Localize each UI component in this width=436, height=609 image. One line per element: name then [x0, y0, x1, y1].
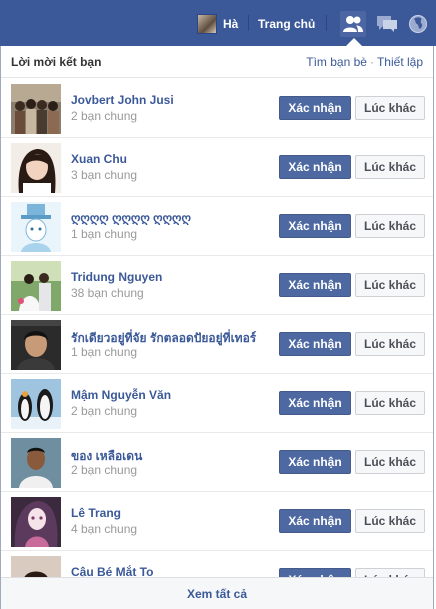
avatar: [197, 14, 217, 34]
friend-request-list: Jovbert John Jusi 2 bạn chung Xác nhận L…: [1, 79, 433, 577]
panel-header: Lời mời kết bạn Tìm bạn bè · Thiết lập: [1, 46, 433, 78]
profile-photo[interactable]: [11, 143, 61, 193]
mutual-friends-count[interactable]: 3 bạn chung: [71, 168, 137, 182]
header-links: Tìm bạn bè · Thiết lập: [306, 55, 423, 69]
requester-name[interactable]: Tridung Nguyen: [71, 270, 162, 284]
confirm-button[interactable]: Xác nhận: [279, 450, 351, 474]
user-name: Hà: [223, 17, 239, 31]
list-item: Mậm Nguyễn Văn 2 bạn chung Xác nhận Lúc …: [1, 374, 433, 433]
see-all-link[interactable]: Xem tất cả: [187, 587, 247, 601]
confirm-button[interactable]: Xác nhận: [279, 273, 351, 297]
profile-photo[interactable]: [11, 84, 61, 134]
profile-photo[interactable]: [11, 379, 61, 429]
confirm-button[interactable]: Xác nhận: [279, 568, 351, 577]
not-now-button[interactable]: Lúc khác: [355, 509, 425, 533]
not-now-button[interactable]: Lúc khác: [355, 332, 425, 356]
home-link[interactable]: Trang chủ: [258, 17, 315, 31]
nav-divider: [326, 15, 327, 31]
not-now-button[interactable]: Lúc khác: [355, 450, 425, 474]
requester-name[interactable]: Jovbert John Jusi: [71, 93, 174, 107]
requester-name[interactable]: Mậm Nguyễn Văn: [71, 388, 171, 402]
find-friends-link[interactable]: Tìm bạn bè: [306, 55, 367, 69]
profile-photo[interactable]: [11, 261, 61, 311]
list-item: ของ เหลือเดน 2 bạn chung Xác nhận Lúc kh…: [1, 433, 433, 492]
panel-title: Lời mời kết bạn: [11, 54, 102, 69]
mutual-friends-count[interactable]: 2 bạn chung: [71, 404, 137, 418]
list-item: Lê Trang 4 bạn chung Xác nhận Lúc khác: [1, 492, 433, 551]
not-now-button[interactable]: Lúc khác: [355, 155, 425, 179]
confirm-button[interactable]: Xác nhận: [279, 96, 351, 120]
not-now-button[interactable]: Lúc khác: [355, 391, 425, 415]
list-item: Xuan Chu 3 bạn chung Xác nhận Lúc khác: [1, 138, 433, 197]
settings-link[interactable]: Thiết lập: [377, 55, 423, 69]
mutual-friends-count[interactable]: 1 bạn chung: [71, 345, 137, 359]
confirm-button[interactable]: Xác nhận: [279, 155, 351, 179]
top-navigation-bar: Hà Trang chủ: [0, 0, 436, 46]
list-item: Tridung Nguyen 38 bạn chung Xác nhận Lúc…: [1, 256, 433, 315]
nav-divider: [248, 15, 249, 31]
link-separator: ·: [369, 54, 374, 69]
not-now-button[interactable]: Lúc khác: [355, 214, 425, 238]
confirm-button[interactable]: Xác nhận: [279, 509, 351, 533]
list-item: Jovbert John Jusi 2 bạn chung Xác nhận L…: [1, 79, 433, 138]
see-all-footer: Xem tất cả: [1, 577, 433, 609]
list-item: รักเดียวอยู่ที่จัย รักตลอดปัยอยู่ที่เทอร…: [1, 315, 433, 374]
friend-requests-dropdown: Lời mời kết bạn Tìm bạn bè · Thiết lập Jov…: [0, 46, 434, 609]
confirm-button[interactable]: Xác nhận: [279, 332, 351, 356]
confirm-button[interactable]: Xác nhận: [279, 391, 351, 415]
profile-photo[interactable]: [11, 556, 61, 577]
confirm-button[interactable]: Xác nhận: [279, 214, 351, 238]
profile-photo[interactable]: [11, 497, 61, 547]
messages-icon[interactable]: [374, 11, 400, 37]
requester-name[interactable]: ღღღღ ღღღღ ღღღღ: [71, 211, 191, 225]
mutual-friends-count[interactable]: 1 bạn chung: [71, 227, 137, 241]
requester-name[interactable]: Cậu Bé Mắt To: [71, 565, 153, 577]
mutual-friends-count[interactable]: 2 bạn chung: [71, 109, 137, 123]
profile-link[interactable]: Hà: [197, 13, 238, 35]
notifications-globe-icon[interactable]: [405, 11, 431, 37]
not-now-button[interactable]: Lúc khác: [355, 568, 425, 577]
mutual-friends-count[interactable]: 2 bạn chung: [71, 463, 137, 477]
profile-photo[interactable]: [11, 438, 61, 488]
friend-requests-icon[interactable]: [340, 11, 366, 37]
requester-name[interactable]: Xuan Chu: [71, 152, 127, 166]
mutual-friends-count[interactable]: 38 bạn chung: [71, 286, 144, 300]
profile-photo[interactable]: [11, 320, 61, 370]
list-item: Cậu Bé Mắt To Xác nhận Lúc khác: [1, 551, 433, 577]
mutual-friends-count[interactable]: 4 bạn chung: [71, 522, 137, 536]
list-item: ღღღღ ღღღღ ღღღღ 1 bạn chung Xác nhận Lúc …: [1, 197, 433, 256]
profile-photo[interactable]: [11, 202, 61, 252]
not-now-button[interactable]: Lúc khác: [355, 273, 425, 297]
not-now-button[interactable]: Lúc khác: [355, 96, 425, 120]
dropdown-caret: [346, 38, 362, 46]
requester-name[interactable]: Lê Trang: [71, 506, 121, 520]
